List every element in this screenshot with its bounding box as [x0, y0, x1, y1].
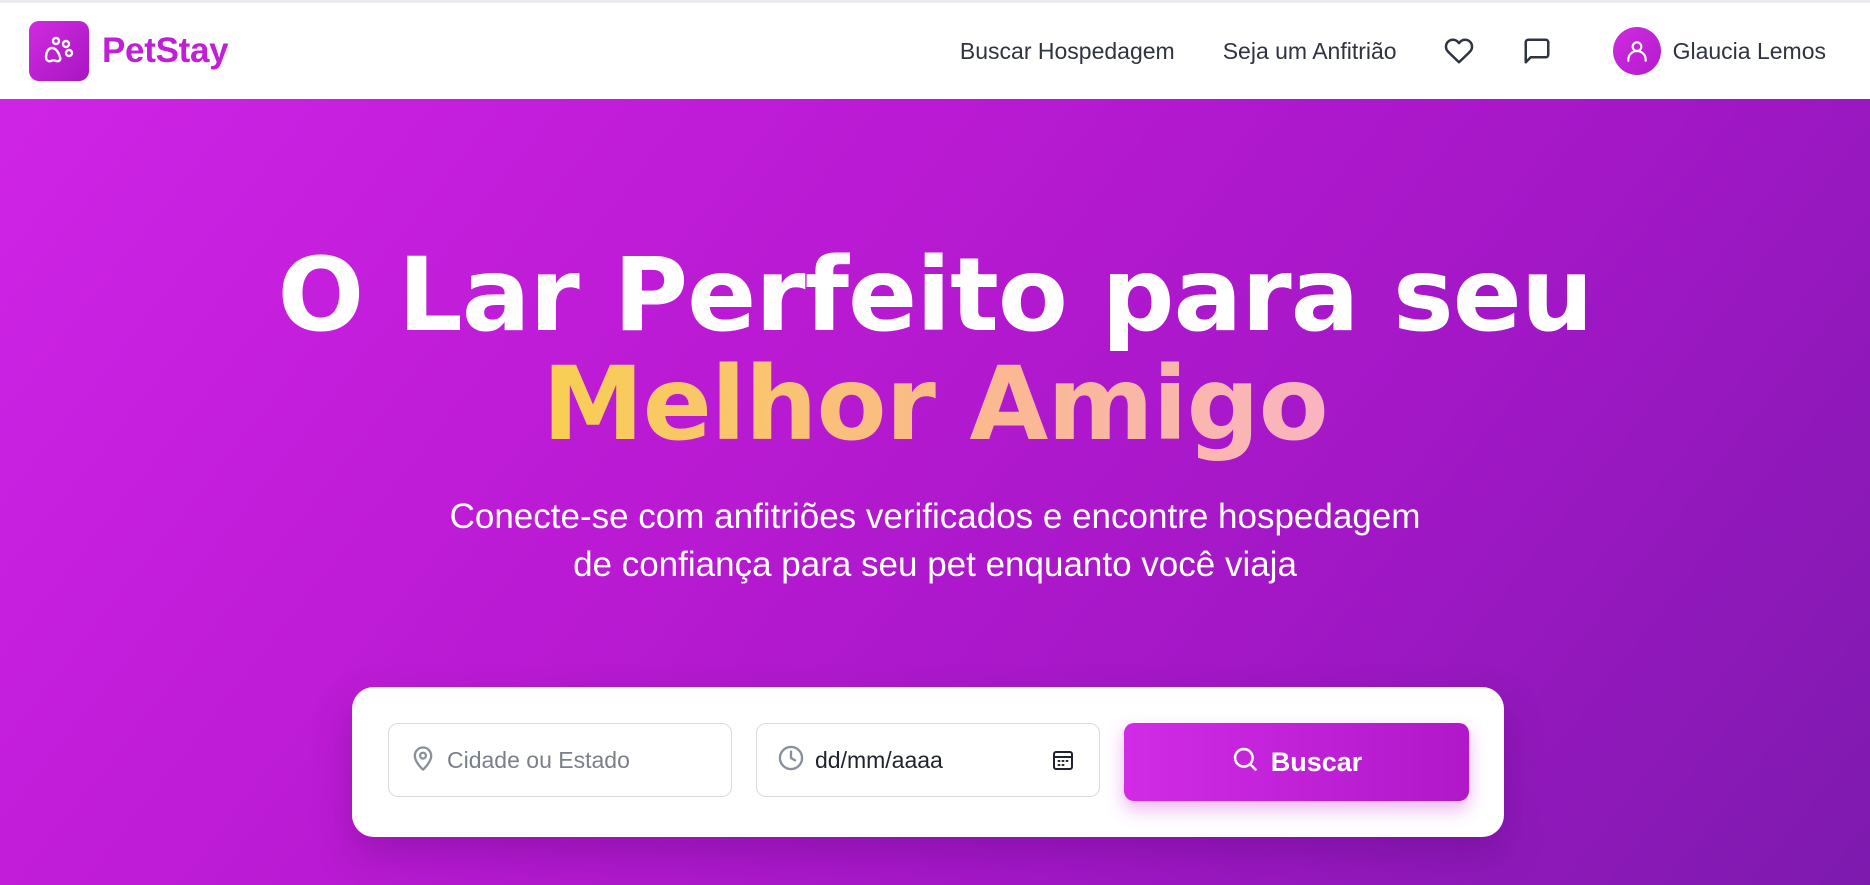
location-pin-icon [409, 744, 437, 777]
location-input[interactable] [447, 746, 687, 774]
brand[interactable]: PetStay [29, 21, 229, 81]
clock-icon [777, 744, 805, 777]
user-name: Glaucia Lemos [1672, 37, 1826, 64]
user-menu[interactable]: Glaucia Lemos [1612, 27, 1826, 75]
brand-name: PetStay [102, 31, 229, 70]
calendar-icon[interactable] [1051, 748, 1075, 772]
hero-title-highlight-text: Melhor Amigo [542, 345, 1328, 464]
user-icon [1612, 27, 1661, 75]
nav-link-seja-anfitriao[interactable]: Seja um Anfitrião [1223, 38, 1397, 65]
paw-icon [29, 21, 89, 81]
search-button[interactable]: Buscar [1124, 723, 1469, 801]
top-navbar: PetStay Buscar Hospedagem Seja um Anfitr… [0, 0, 1870, 99]
message-icon[interactable] [1521, 35, 1553, 67]
hero-title-highlight: Melhor Amigo [0, 354, 1870, 456]
hero-section: O Lar Perfeito para seu Melhor Amigo Con… [0, 99, 1870, 885]
hero-title: O Lar Perfeito para seu [277, 236, 1594, 355]
search-icon [1231, 745, 1259, 780]
nav-link-buscar-hospedagem[interactable]: Buscar Hospedagem [960, 38, 1175, 65]
heart-icon[interactable] [1443, 35, 1475, 67]
nav-menu: Buscar Hospedagem Seja um Anfitrião Glau… [960, 27, 1826, 75]
location-field[interactable] [388, 723, 732, 797]
search-button-label: Buscar [1270, 746, 1363, 777]
search-card: dd/mm/aaaa Buscar [352, 687, 1504, 837]
hero-subtitle: Conecte-se com anfitriões verificados e … [449, 497, 1421, 584]
date-input[interactable]: dd/mm/aaaa [815, 747, 1051, 774]
date-field[interactable]: dd/mm/aaaa [756, 723, 1100, 797]
